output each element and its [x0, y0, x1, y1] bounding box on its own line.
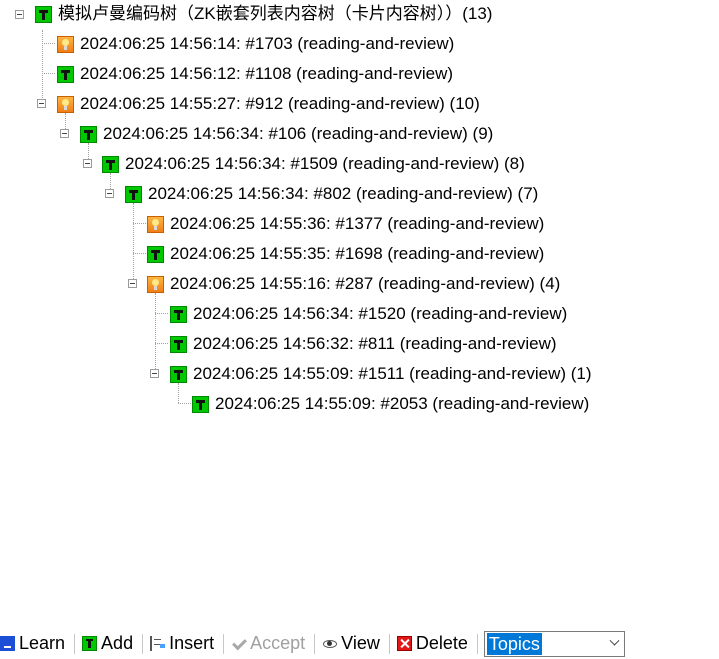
tree-guide-line	[42, 30, 43, 104]
topic-icon	[147, 245, 164, 263]
topic-icon	[192, 395, 209, 413]
tree-guide-line	[155, 293, 156, 373]
toolbar-separator	[142, 633, 144, 654]
tree-guide-line	[155, 343, 168, 344]
tree-node-label: 2024:06:25 14:56:32: #811 (reading-and-r…	[193, 334, 557, 353]
add-button[interactable]: Add	[78, 629, 139, 658]
collapse-toggle[interactable]	[60, 129, 69, 138]
tree-node[interactable]: 2024:06:25 14:55:27: #912 (reading-and-r…	[57, 93, 480, 115]
topic-icon	[125, 185, 142, 203]
insert-button[interactable]: Insert	[146, 629, 220, 658]
collapse-toggle[interactable]	[105, 189, 114, 198]
eye-icon	[322, 636, 338, 651]
tree-guide-line	[133, 223, 146, 224]
insert-label: Insert	[169, 633, 215, 653]
delete-label: Delete	[415, 633, 468, 653]
tree-guide-line	[155, 313, 168, 314]
tree-guide-line	[133, 253, 146, 254]
view-mode-selected-value: Topics	[486, 632, 542, 655]
learn-label: Learn	[19, 633, 66, 653]
topic-icon	[170, 305, 187, 323]
collapse-toggle[interactable]	[128, 279, 137, 288]
view-label: View	[341, 633, 380, 653]
learn-button[interactable]: Learn	[0, 629, 71, 658]
tree-guide-line	[133, 203, 134, 283]
tree-node[interactable]: 2024:06:25 14:56:34: #1509 (reading-and-…	[102, 153, 525, 175]
item-bulb-icon	[147, 275, 164, 293]
tree-node[interactable]: 2024:06:25 14:56:14: #1703 (reading-and-…	[57, 33, 454, 55]
topic-icon	[80, 125, 97, 143]
tree-node-label: 2024:06:25 14:56:14: #1703 (reading-and-…	[80, 34, 455, 53]
tree-node[interactable]: 2024:06:25 14:55:16: #287 (reading-and-r…	[147, 273, 560, 295]
tree-guide-line	[178, 403, 191, 404]
tree-root-node[interactable]: 模拟卢曼编码树（ZK嵌套列表内容树（卡片内容树））(13)	[35, 3, 492, 25]
tree-node[interactable]: 2024:06:25 14:56:34: #1520 (reading-and-…	[170, 303, 567, 325]
tree-node[interactable]: 2024:06:25 14:55:09: #2053 (reading-and-…	[192, 393, 589, 415]
tree-node-label: 2024:06:25 14:56:34: #802 (reading-and-r…	[148, 184, 539, 203]
topic-icon	[170, 365, 187, 383]
tree-node[interactable]: 2024:06:25 14:56:12: #1108 (reading-and-…	[57, 63, 453, 85]
topic-icon	[102, 155, 119, 173]
tree-guide-line	[42, 73, 55, 74]
accept-label: Accept	[250, 633, 306, 653]
tree-node-label: 2024:06:25 14:55:09: #1511 (reading-and-…	[193, 364, 592, 383]
tree-node[interactable]: 2024:06:25 14:56:34: #106 (reading-and-r…	[80, 123, 493, 145]
tree-node[interactable]: 2024:06:25 14:55:09: #1511 (reading-and-…	[170, 363, 592, 385]
tree-node-label: 模拟卢曼编码树（ZK嵌套列表内容树（卡片内容树））(13)	[58, 4, 493, 23]
accept-button[interactable]: Accept	[227, 629, 311, 658]
item-bulb-icon	[57, 35, 74, 53]
tree-node-label: 2024:06:25 14:55:35: #1698 (reading-and-…	[170, 244, 545, 263]
delete-button[interactable]: Delete	[393, 629, 474, 658]
add-label: Add	[101, 633, 134, 653]
tree-node-label: 2024:06:25 14:56:34: #1520 (reading-and-…	[193, 304, 568, 323]
topic-icon	[57, 65, 74, 83]
tree-node[interactable]: 2024:06:25 14:55:35: #1698 (reading-and-…	[147, 243, 544, 265]
delete-icon	[396, 636, 412, 651]
tree-node-label: 2024:06:25 14:56:34: #106 (reading-and-r…	[103, 124, 494, 143]
toolbar-separator	[74, 633, 76, 654]
collapse-toggle[interactable]	[15, 10, 24, 19]
tree-node-label: 2024:06:25 14:55:09: #2053 (reading-and-…	[215, 394, 590, 413]
tree-node-label: 2024:06:25 14:56:12: #1108 (reading-and-…	[80, 64, 454, 83]
bottom-toolbar: Learn Add Insert Accept View Delete Topi…	[0, 628, 719, 659]
view-mode-select[interactable]: Topics	[483, 630, 625, 657]
view-button[interactable]: View	[318, 629, 386, 658]
tree-node[interactable]: 2024:06:25 14:56:32: #811 (reading-and-r…	[170, 333, 557, 355]
tree-guide-line	[42, 43, 55, 44]
toolbar-separator	[223, 633, 225, 654]
tree-node-label: 2024:06:25 14:55:16: #287 (reading-and-r…	[170, 274, 561, 293]
collapse-toggle[interactable]	[150, 369, 159, 378]
collapse-toggle[interactable]	[37, 99, 46, 108]
learn-icon	[0, 636, 15, 651]
chevron-down-icon[interactable]	[609, 635, 620, 646]
toolbar-separator	[314, 633, 316, 654]
tree-node-label: 2024:06:25 14:55:27: #912 (reading-and-r…	[80, 94, 480, 113]
insert-icon	[150, 636, 166, 651]
checkmark-icon	[231, 636, 246, 651]
topic-icon	[170, 335, 187, 353]
toolbar-separator	[388, 633, 390, 654]
collapse-toggle[interactable]	[83, 159, 92, 168]
item-bulb-icon	[147, 215, 164, 233]
add-topic-icon	[82, 636, 98, 651]
tree-node-label: 2024:06:25 14:56:34: #1509 (reading-and-…	[125, 154, 525, 173]
tree-node[interactable]: 2024:06:25 14:56:34: #802 (reading-and-r…	[125, 183, 538, 205]
content-tree: 模拟卢曼编码树（ZK嵌套列表内容树（卡片内容树））(13) 2024:06:25…	[0, 0, 719, 620]
tree-node[interactable]: 2024:06:25 14:55:36: #1377 (reading-and-…	[147, 213, 544, 235]
topic-icon	[35, 5, 52, 23]
toolbar-separator	[476, 633, 478, 654]
item-bulb-icon	[57, 95, 74, 113]
tree-guide-line	[178, 383, 179, 403]
tree-node-label: 2024:06:25 14:55:36: #1377 (reading-and-…	[170, 214, 545, 233]
